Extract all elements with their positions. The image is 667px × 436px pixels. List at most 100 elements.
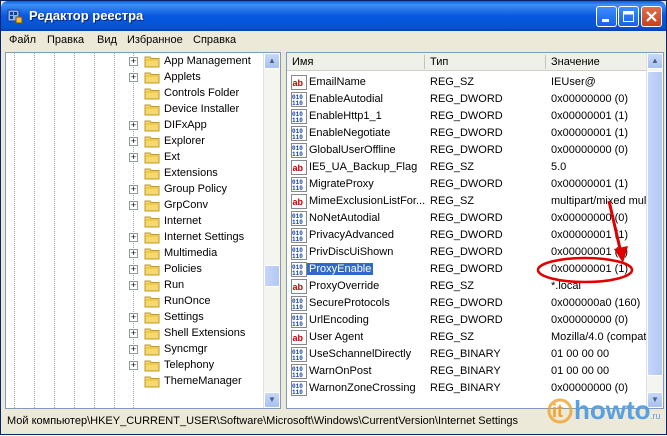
logo-letters: it — [552, 401, 563, 421]
expand-icon[interactable]: + — [129, 313, 138, 322]
menu-bar: Файл Правка Вид Избранное Справка — [1, 31, 666, 49]
expand-icon[interactable]: + — [129, 73, 138, 82]
folder-icon — [144, 327, 160, 340]
folder-icon — [144, 151, 160, 164]
folder-icon — [144, 247, 160, 260]
tree-item[interactable]: + Run — [6, 278, 264, 294]
folder-icon — [144, 167, 160, 180]
tree-item[interactable]: Internet — [6, 214, 264, 230]
expand-icon[interactable]: + — [129, 137, 138, 146]
tree-item[interactable]: + Internet Settings — [6, 230, 264, 246]
tree-item[interactable]: + Telephony — [6, 358, 264, 374]
logo-text: howto — [574, 395, 651, 425]
folder-icon — [144, 71, 160, 84]
folder-icon — [144, 343, 160, 356]
tree-item[interactable]: + Ext — [6, 150, 264, 166]
expand-icon[interactable]: + — [129, 201, 138, 210]
close-button[interactable] — [641, 6, 662, 27]
tree-item[interactable]: + Group Policy — [6, 182, 264, 198]
tree-item[interactable]: Device Installer — [6, 102, 264, 118]
tree-item[interactable]: + DIFxApp — [6, 118, 264, 134]
expand-icon[interactable]: + — [129, 185, 138, 194]
logo-image: it howto .ru — [547, 395, 661, 425]
highlight-ellipse — [536, 256, 634, 284]
window-title: Редактор реестра — [29, 8, 144, 23]
tree-scrollbar[interactable]: ▲ ▼ — [263, 53, 280, 408]
tree-item[interactable]: Controls Folder — [6, 86, 264, 102]
tree-item[interactable]: + Multimedia — [6, 246, 264, 262]
folder-icon — [144, 375, 160, 388]
menu-help[interactable]: Справка — [193, 34, 236, 46]
menu-favorites[interactable]: Избранное — [127, 34, 183, 46]
tree-item-label: Ext — [164, 151, 180, 163]
expand-icon[interactable]: + — [129, 361, 138, 370]
folder-icon — [144, 119, 160, 132]
tree-item[interactable]: + Shell Extensions — [6, 326, 264, 342]
tree-item[interactable]: + Syncmgr — [6, 342, 264, 358]
expand-icon[interactable]: + — [129, 329, 138, 338]
menu-view[interactable]: Вид — [97, 34, 117, 46]
folder-icon — [144, 215, 160, 228]
tree-item-label: Internet Settings — [164, 231, 245, 243]
values-pane[interactable]: Имя Тип Значение ab EmailName REG_SZ IEUser… — [286, 52, 664, 409]
tree-item[interactable]: + Applets — [6, 70, 264, 86]
key-tree-pane[interactable]: + App Management + Applets Controls Folder De… — [5, 52, 281, 409]
tree-item[interactable]: ThemeManager — [6, 374, 264, 390]
tree-item[interactable]: + Settings — [6, 310, 264, 326]
tree-item-label: Internet — [164, 215, 202, 227]
folder-icon — [144, 231, 160, 244]
howto-logo: it howto .ru — [546, 389, 666, 436]
expand-icon[interactable]: + — [129, 281, 138, 290]
folder-icon — [144, 279, 160, 292]
annotation-arrow-line — [607, 200, 623, 254]
expand-icon[interactable]: + — [129, 345, 138, 354]
tree-item-label: Group Policy — [164, 183, 227, 195]
tree-item[interactable]: + App Management — [6, 54, 264, 70]
tree-item-label: Multimedia — [164, 247, 218, 259]
tree-item[interactable]: Extensions — [6, 166, 264, 182]
tree-item-label: Explorer — [164, 135, 205, 147]
scroll-up-arrow[interactable]: ▲ — [264, 53, 280, 69]
title-bar[interactable]: Редактор реестра — [1, 1, 666, 31]
folder-icon — [144, 359, 160, 372]
tree-item-label: DIFxApp — [164, 119, 207, 131]
registry-editor-window: Редактор реестра Файл Правка Вид Избранн… — [0, 0, 667, 435]
regedit-icon — [7, 9, 23, 24]
menu-file[interactable]: Файл — [9, 34, 36, 46]
tree-item[interactable]: RunOnce — [6, 294, 264, 310]
close-icon — [646, 11, 657, 22]
minimize-icon — [602, 19, 609, 22]
folder-icon — [144, 311, 160, 324]
scroll-down-arrow[interactable]: ▼ — [264, 392, 280, 408]
menu-edit[interactable]: Правка — [47, 34, 84, 46]
folder-icon — [144, 87, 160, 100]
expand-icon[interactable]: + — [129, 249, 138, 258]
folder-icon — [144, 263, 160, 276]
tree-item-label: Shell Extensions — [164, 327, 246, 339]
expand-icon[interactable]: + — [129, 153, 138, 162]
expand-icon[interactable]: + — [129, 233, 138, 242]
folder-icon — [144, 183, 160, 196]
folder-icon — [144, 103, 160, 116]
expand-icon[interactable]: + — [129, 121, 138, 130]
tree-item-label: Telephony — [164, 359, 215, 371]
minimize-button[interactable] — [596, 6, 617, 27]
maximize-button[interactable] — [618, 6, 639, 27]
tree-item-label: RunOnce — [164, 295, 211, 307]
tree-item-label: Policies — [164, 263, 202, 275]
tree-item-label: App Management — [164, 55, 251, 67]
expand-icon[interactable]: + — [129, 57, 138, 66]
tree-item-label: GrpConv — [164, 199, 209, 211]
annotation-overlay — [536, 200, 634, 284]
expand-icon[interactable]: + — [129, 265, 138, 274]
tree-item-label: Applets — [164, 71, 201, 83]
scroll-thumb[interactable] — [264, 265, 280, 287]
tree-item[interactable]: + Explorer — [6, 134, 264, 150]
tree-item[interactable]: + Policies — [6, 262, 264, 278]
tree-item-label: Run — [164, 279, 185, 291]
tree-item-label: Syncmgr — [164, 343, 208, 355]
tree-item[interactable]: + GrpConv — [6, 198, 264, 214]
tree-item-label: Extensions — [164, 167, 218, 179]
folder-icon — [144, 295, 160, 308]
maximize-icon — [623, 11, 634, 22]
